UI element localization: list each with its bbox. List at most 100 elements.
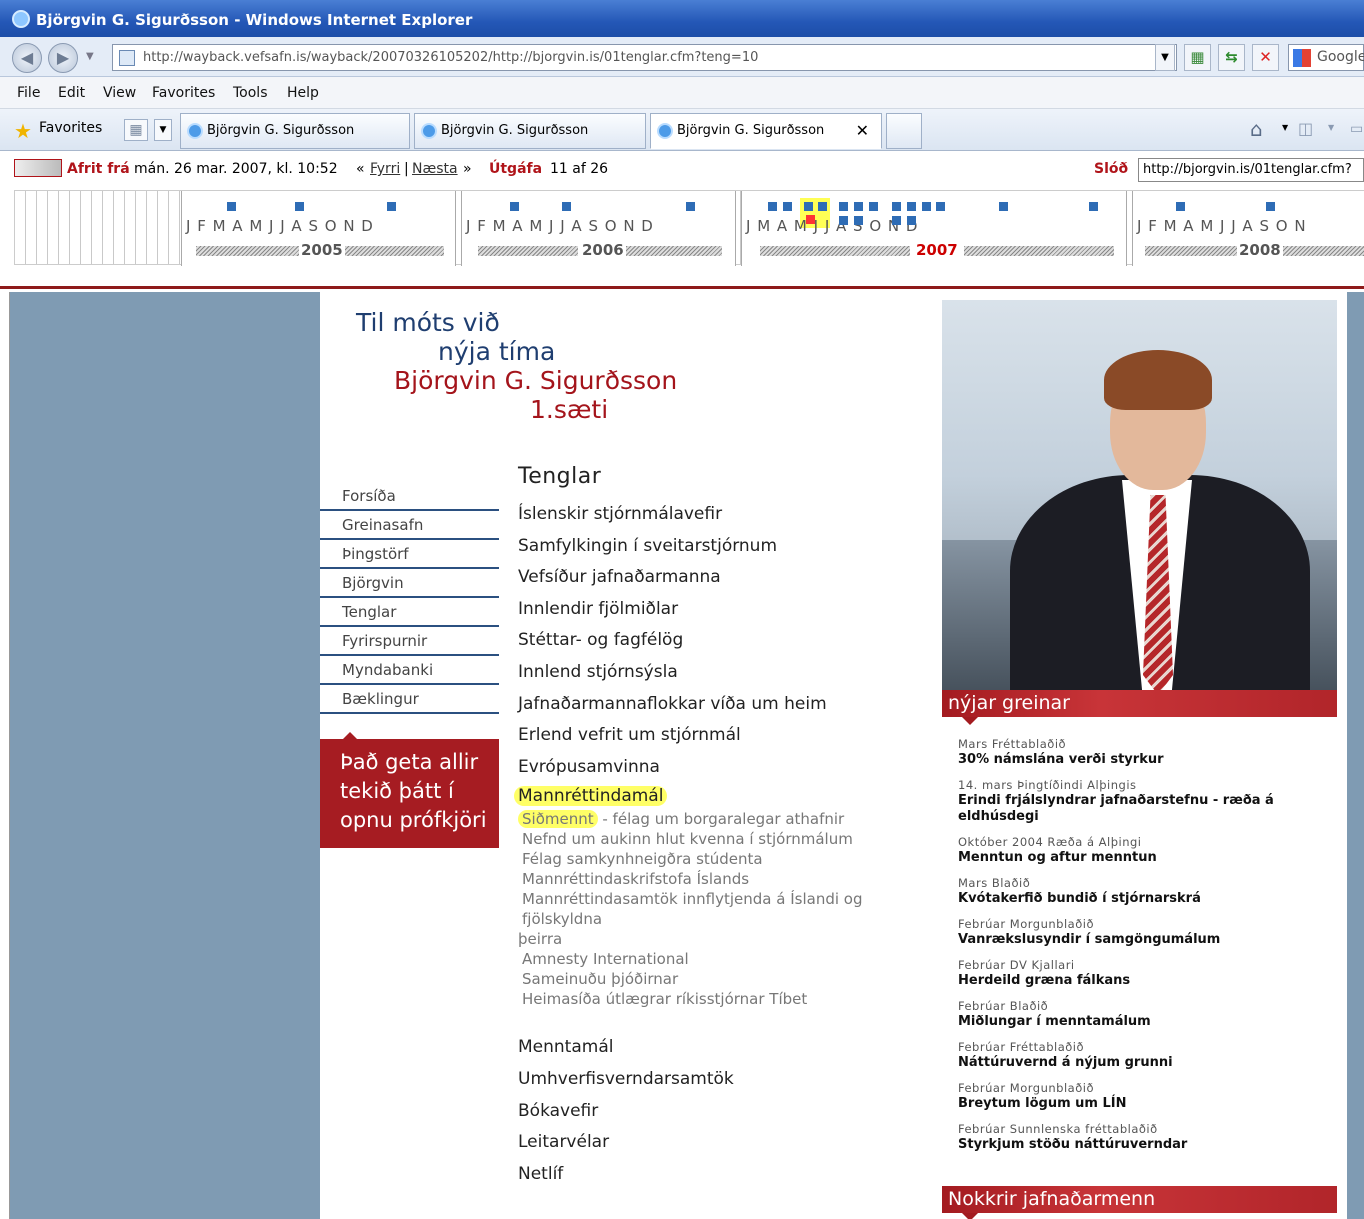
nav-thingstorf[interactable]: Þingstörf	[320, 540, 499, 569]
back-button[interactable]: ◀	[12, 43, 42, 73]
news-item[interactable]: Mars Fréttablaðið 30% námslána verði styr…	[958, 737, 1337, 768]
news-item[interactable]: Febrúar Fréttablaðið Náttúruvernd á nýjum…	[958, 1040, 1337, 1071]
sub-link[interactable]: Siðmennt - félag um borgaralegar athafni…	[518, 809, 942, 829]
sub-link[interactable]: Amnesty International	[518, 949, 942, 969]
news-item[interactable]: 14. mars Þingtíðindi Alþingis Erindi frjá…	[958, 778, 1337, 825]
category-link[interactable]: Netlíf	[518, 1159, 942, 1191]
favorites-star-icon[interactable]: ★	[14, 119, 32, 143]
snapshot-marker[interactable]	[922, 202, 931, 211]
category-link[interactable]: Umhverfisverndarsamtök	[518, 1064, 942, 1096]
stop-icon[interactable]: ✕	[1252, 44, 1279, 71]
snapshot-marker[interactable]	[295, 202, 304, 211]
snapshot-marker[interactable]	[804, 202, 813, 211]
nav-bjorgvin[interactable]: Björgvin	[320, 569, 499, 598]
snapshot-marker[interactable]	[768, 202, 777, 211]
address-input[interactable]: http://wayback.vefsafn.is/wayback/200703…	[112, 44, 1177, 71]
snapshot-marker[interactable]	[907, 202, 916, 211]
category-link[interactable]: Vefsíður jafnaðarmanna	[518, 562, 942, 594]
tab-list-icon[interactable]: ▼	[154, 119, 172, 141]
year-2006[interactable]: J F M A M J J A S O N D 2006	[461, 191, 736, 266]
snapshot-marker[interactable]	[686, 202, 695, 211]
tab-3-active[interactable]: Björgvin G. Sigurðsson ✕	[650, 113, 882, 149]
category-link[interactable]: Stéttar- og fagfélög	[518, 625, 942, 657]
sub-link[interactable]: Félag samkynhneigðra stúdenta	[518, 849, 942, 869]
news-item[interactable]: Febrúar Blaðið Miðlungar í menntamálum	[958, 999, 1337, 1030]
category-link[interactable]: Jafnaðarmannaflokkar víða um heim	[518, 689, 942, 721]
year-2005[interactable]: J F M A M J J A S O N D 2005	[181, 191, 456, 266]
category-link[interactable]: Erlend vefrit um stjórnmál	[518, 720, 942, 752]
sub-link[interactable]: Mannréttindaskrifstofa Íslands	[518, 869, 942, 889]
home-icon[interactable]: ⌂	[1250, 117, 1263, 141]
close-tab-icon[interactable]: ✕	[856, 114, 869, 148]
tab-1[interactable]: Björgvin G. Sigurðsson	[180, 113, 410, 149]
menu-favorites[interactable]: Favorites	[152, 85, 215, 101]
snapshot-marker[interactable]	[892, 202, 901, 211]
current-snapshot-marker[interactable]	[806, 215, 815, 224]
category-link[interactable]: Innlendir fjölmiðlar	[518, 594, 942, 626]
history-dropdown-icon[interactable]: ▼	[86, 51, 94, 62]
news-headline[interactable]: 30% námslána verði styrkur	[958, 752, 1337, 768]
print-icon[interactable]: ▭	[1350, 121, 1363, 137]
compatibility-icon[interactable]: ▦	[1184, 44, 1211, 71]
news-item[interactable]: Febrúar Morgunblaðið Vanrækslusyndir í sa…	[958, 917, 1337, 948]
snapshot-marker[interactable]	[1089, 202, 1098, 211]
forward-button[interactable]: ▶	[48, 43, 78, 73]
category-link[interactable]: Innlend stjórnsýsla	[518, 657, 942, 689]
category-link[interactable]: Samfylkingin í sveitarstjórnum	[518, 531, 942, 563]
feeds-icon[interactable]: ◫	[1298, 119, 1313, 138]
nav-baeklingur[interactable]: Bæklingur	[320, 685, 499, 714]
snapshot-marker[interactable]	[892, 216, 901, 225]
snapshot-marker[interactable]	[387, 202, 396, 211]
news-headline[interactable]: Herdeild græna fálkans	[958, 973, 1337, 989]
news-headline[interactable]: Miðlungar í menntamálum	[958, 1014, 1337, 1030]
year-2007[interactable]: J M A M J J A S O N D 2007	[741, 191, 1127, 266]
snapshot-marker[interactable]	[510, 202, 519, 211]
nav-greinasafn[interactable]: Greinasafn	[320, 511, 499, 540]
sub-link-wrap[interactable]: þeirra	[518, 929, 942, 949]
news-item[interactable]: Október 2004 Ræða á Alþingi Menntun og af…	[958, 835, 1337, 866]
snapshot-marker[interactable]	[839, 202, 848, 211]
search-input[interactable]: Google	[1288, 44, 1364, 71]
category-link[interactable]: Íslenskir stjórnmálavefir	[518, 499, 942, 531]
sub-link[interactable]: Sameinuðu þjóðirnar	[518, 969, 942, 989]
news-headline[interactable]: Náttúruvernd á nýjum grunni	[958, 1055, 1337, 1071]
refresh-icon[interactable]: ⇆	[1218, 44, 1245, 71]
snapshot-marker[interactable]	[936, 202, 945, 211]
home-dropdown-icon[interactable]: ▼	[1282, 123, 1288, 132]
snapshot-marker[interactable]	[999, 202, 1008, 211]
nav-forsida[interactable]: Forsíða	[320, 482, 499, 511]
snapshot-marker[interactable]	[1266, 202, 1275, 211]
news-item[interactable]: Mars Blaðið Kvótakerfið bundið í stjórnar…	[958, 876, 1337, 907]
menu-help[interactable]: Help	[287, 85, 319, 101]
menu-file[interactable]: File	[17, 85, 40, 101]
snapshot-marker[interactable]	[869, 202, 878, 211]
snapshot-marker[interactable]	[783, 202, 792, 211]
new-tab-button[interactable]	[886, 113, 922, 149]
snapshot-marker[interactable]	[562, 202, 571, 211]
news-headline[interactable]: Breytum lögum um LÍN	[958, 1096, 1337, 1112]
menu-tools[interactable]: Tools	[233, 85, 268, 101]
news-item[interactable]: Febrúar DV Kjallari Herdeild græna fálkan…	[958, 958, 1337, 989]
news-headline[interactable]: Erindi frjálslyndrar jafnaðarstefnu - ræ…	[958, 793, 1337, 825]
snapshot-marker[interactable]	[1176, 202, 1185, 211]
news-headline[interactable]: Menntun og aftur menntun	[958, 850, 1337, 866]
favorites-button[interactable]: Favorites	[39, 120, 102, 136]
wayback-url-input[interactable]: http://bjorgvin.is/01tenglar.cfm?	[1138, 158, 1364, 182]
quick-tabs-icon[interactable]: ▦	[124, 119, 148, 141]
nav-tenglar[interactable]: Tenglar	[320, 598, 499, 627]
snapshot-marker[interactable]	[907, 216, 916, 225]
snapshot-marker[interactable]	[854, 202, 863, 211]
category-link[interactable]: Menntamál	[518, 1032, 942, 1064]
news-headline[interactable]: Styrkjum stöðu náttúruverndar	[958, 1137, 1337, 1153]
news-item[interactable]: Febrúar Morgunblaðið Breytum lögum um LÍN	[958, 1081, 1337, 1112]
snapshot-marker[interactable]	[839, 216, 848, 225]
snapshot-marker[interactable]	[854, 216, 863, 225]
primary-election-promo[interactable]: Það geta allir tekið þátt í opnu prófkjö…	[320, 732, 499, 848]
nav-fyrirspurnir[interactable]: Fyrirspurnir	[320, 627, 499, 656]
category-link[interactable]: Leitarvélar	[518, 1127, 942, 1159]
sub-link[interactable]: Heimasíða útlægrar ríkisstjórnar Tíbet	[518, 989, 942, 1009]
sidmennt-link[interactable]: Siðmennt	[518, 810, 598, 829]
tab-2[interactable]: Björgvin G. Sigurðsson	[414, 113, 646, 149]
sub-link[interactable]: Nefnd um aukinn hlut kvenna í stjórnmálu…	[518, 829, 942, 849]
snapshot-marker[interactable]	[818, 202, 827, 211]
